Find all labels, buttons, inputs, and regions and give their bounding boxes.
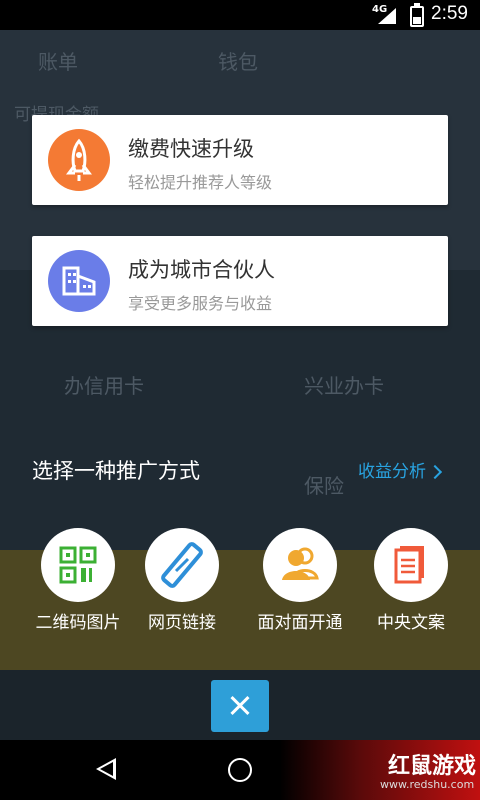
option-face-to-face[interactable]: 面对面开通 [245,528,355,633]
income-analysis-link[interactable]: 收益分析 [358,457,443,482]
upgrade-card-title: 缴费快速升级 [128,137,254,161]
option-web-link[interactable]: 网页链接 [127,528,237,633]
watermark-url: www.redshu.com [380,778,475,791]
bg-item-bank-card: 兴业办卡 [304,374,384,398]
bg-page-title: 钱包 [218,50,258,74]
option-qrcode[interactable]: 二维码图片 [23,528,133,633]
qrcode-icon [41,528,115,602]
watermark: 红鼠游戏 www.redshu.com [280,740,480,800]
income-analysis-label: 收益分析 [358,462,426,482]
city-partner-card[interactable]: 成为城市合伙人 享受更多服务与收益 [32,236,448,326]
promotion-method-title: 选择一种推广方式 [32,459,200,483]
back-icon-inner [100,762,113,776]
option-face-to-face-label: 面对面开通 [257,613,343,633]
city-partner-card-title: 成为城市合伙人 [128,258,275,282]
option-qrcode-label: 二维码图片 [35,613,121,633]
upgrade-card[interactable]: 缴费快速升级 轻松提升推荐人等级 [32,115,448,205]
option-web-link-label: 网页链接 [148,613,216,633]
signal-icon [378,8,396,24]
bg-item-insurance: 保险 [304,474,344,498]
status-bar: 4G 2:59 [0,0,480,30]
option-central-copy[interactable]: 中央文案 [356,528,466,633]
bg-item-credit-card: 办信用卡 [64,374,144,398]
building-icon [48,250,110,312]
users-icon [263,528,337,602]
city-partner-card-subtitle: 享受更多服务与收益 [128,294,273,313]
chevron-right-icon [427,464,443,480]
document-icon [374,528,448,602]
close-button[interactable] [211,680,269,732]
watermark-text: 红鼠游戏 [388,754,477,779]
upgrade-card-subtitle: 轻松提升推荐人等级 [128,173,273,192]
home-icon[interactable] [228,758,252,782]
bg-bill-tab: 账单 [38,50,78,74]
promotion-options: 二维码图片 网页链接 面对面开通 中央文案 [0,528,480,638]
option-central-copy-label: 中央文案 [377,613,445,633]
clock: 2:59 [431,3,468,24]
battery-icon [410,3,424,27]
link-icon [145,528,219,602]
rocket-icon [48,129,110,191]
